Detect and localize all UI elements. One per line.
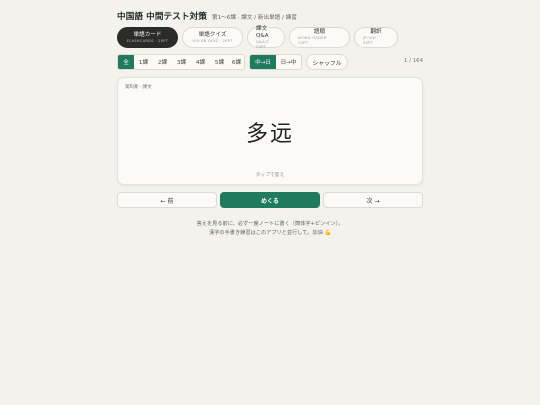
card-lesson-tag: 第6課 · 課文 <box>125 85 152 90</box>
tab-label: 翻訳 <box>370 29 382 35</box>
lesson-filter-1[interactable]: 1課 <box>134 55 153 69</box>
tab-word-order[interactable]: 語順 WORD ORDER · 20PT <box>289 27 350 48</box>
flashcard[interactable]: 第6課 · 課文 多远 タップで答え <box>117 77 423 185</box>
card-navigation: ← 前 めくる 次 → <box>117 192 423 208</box>
tab-sublabel: FLASHCARDS · 20PT <box>126 38 169 43</box>
tab-sublabel: JP→ZH · 30PT <box>363 36 379 45</box>
tab-label: 語順 <box>313 29 326 35</box>
page-title: 中国語 中間テスト対策 <box>117 12 208 22</box>
direction-zh-jp[interactable]: 中→日 <box>250 55 276 69</box>
card-tap-hint: タップで答え <box>255 173 285 178</box>
lesson-filter-2[interactable]: 2課 <box>153 55 172 69</box>
tab-translation[interactable]: 翻訳 JP→ZH · 30PT <box>354 27 398 48</box>
lesson-filter-4[interactable]: 4課 <box>191 55 210 69</box>
lesson-filter-3[interactable]: 3課 <box>172 55 191 69</box>
next-button[interactable]: 次 → <box>323 192 423 208</box>
tab-label: 課文Q&A <box>256 25 269 39</box>
page-subtitle: 第1〜6課 · 課文 / 新出単語 / 練習 <box>212 15 297 21</box>
card-word: 多远 <box>245 122 294 147</box>
lesson-filter: 全 1課 2課 3課 4課 5課 6課 <box>117 54 245 70</box>
lesson-filter-5[interactable]: 5課 <box>210 55 229 69</box>
tab-sublabel: Q&A/T · 20PT <box>256 39 272 49</box>
study-note: 答えを見る前に、必ず一度ノートに書く（簡体字+ピンイン）。 漢字の手書き練習はこ… <box>117 220 423 237</box>
tab-flashcards[interactable]: 単語カード FLASHCARDS · 20PT <box>117 27 178 48</box>
lesson-filter-all[interactable]: 全 <box>118 55 134 69</box>
card-counter: 1 / 164 <box>404 58 423 64</box>
tab-sublabel: VOCAB QUIZ · 20PT <box>192 38 233 43</box>
tab-label: 単語カード <box>133 31 162 38</box>
study-note-line: 答えを見る前に、必ず一度ノートに書く（簡体字+ピンイン）。 <box>196 221 344 227</box>
tab-sublabel: WORD ORDER · 20PT <box>298 36 330 45</box>
tab-text-qa[interactable]: 課文Q&A Q&A/T · 20PT <box>247 25 285 49</box>
tab-label: 単語クイズ <box>198 31 227 38</box>
study-note-line: 漢字の手書き練習はこのアプリと並行して。加油 💪 <box>209 229 331 236</box>
page-header: 中国語 中間テスト対策 第1〜6課 · 課文 / 新出単語 / 練習 <box>117 10 297 22</box>
filter-bar: 全 1課 2課 3課 4課 5課 6課 中→日 日→中 シャッフル 1 / 16… <box>117 54 423 70</box>
lesson-filter-6[interactable]: 6課 <box>229 55 244 69</box>
direction-jp-zh[interactable]: 日→中 <box>276 55 301 69</box>
prev-button[interactable]: ← 前 <box>117 192 217 208</box>
shuffle-button[interactable]: シャッフル <box>306 54 348 70</box>
mode-tabs: 単語カード FLASHCARDS · 20PT 単語クイズ VOCAB QUIZ… <box>117 25 398 49</box>
tab-vocab-quiz[interactable]: 単語クイズ VOCAB QUIZ · 20PT <box>182 27 243 48</box>
flip-button[interactable]: めくる <box>220 192 320 208</box>
direction-toggle: 中→日 日→中 <box>249 54 302 70</box>
